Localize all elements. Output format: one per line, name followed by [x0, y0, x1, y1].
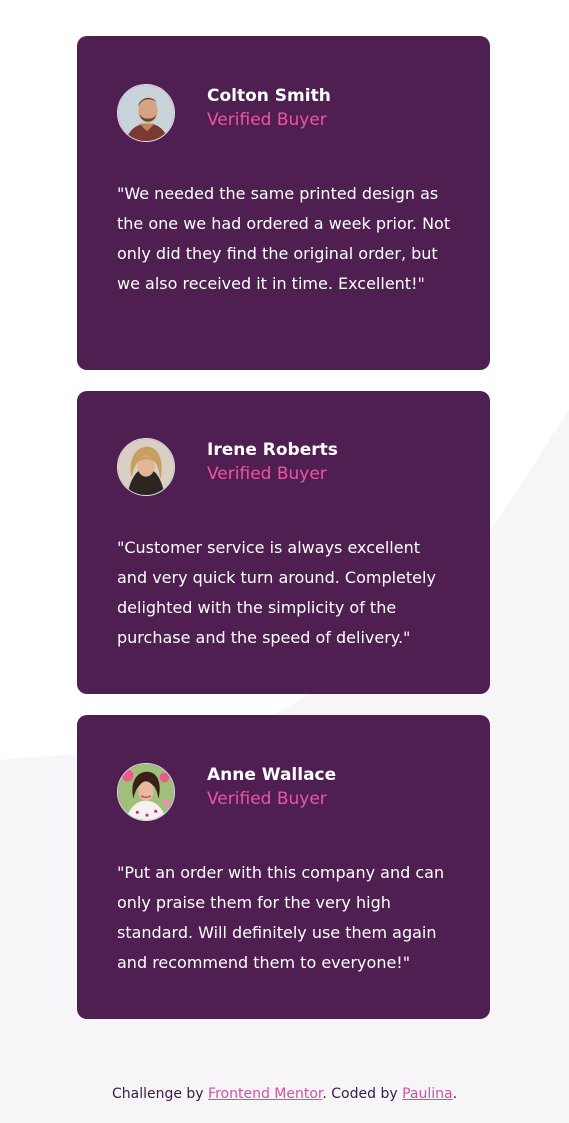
avatar — [117, 438, 175, 496]
verified-buyer-label: Verified Buyer — [207, 464, 327, 484]
testimonial-card: Irene Roberts Verified Buyer "Customer s… — [77, 391, 490, 694]
testimonial-quote: "Customer service is always excellent an… — [117, 538, 436, 647]
avatar — [117, 84, 175, 142]
attribution-footer: Challenge by Frontend Mentor. Coded by P… — [0, 1083, 569, 1105]
avatar — [117, 763, 175, 821]
author-link[interactable]: Paulina — [402, 1086, 453, 1102]
footer-suffix: . — [452, 1086, 458, 1102]
verified-buyer-label: Verified Buyer — [207, 110, 327, 130]
verified-buyer-label: Verified Buyer — [207, 789, 327, 809]
card-header: Irene Roberts Verified Buyer — [117, 437, 450, 497]
testimonial-quote: "Put an order with this company and can … — [117, 863, 445, 972]
reviewer-info: Irene Roberts Verified Buyer — [207, 438, 338, 486]
reviewer-name: Colton Smith — [207, 86, 331, 106]
card-header: Colton Smith Verified Buyer — [117, 83, 450, 143]
footer-middle: . Coded by — [322, 1086, 403, 1102]
reviewer-info: Anne Wallace Verified Buyer — [207, 763, 336, 811]
reviewer-info: Colton Smith Verified Buyer — [207, 84, 331, 132]
testimonials-list: Colton Smith Verified Buyer "We needed t… — [77, 36, 490, 1040]
testimonial-quote: "We needed the same printed design as th… — [117, 184, 451, 293]
card-header: Anne Wallace Verified Buyer — [117, 762, 450, 822]
dark-haired-woman-avatar-icon — [118, 764, 174, 820]
frontend-mentor-link[interactable]: Frontend Mentor — [208, 1086, 322, 1102]
reviewer-name: Anne Wallace — [207, 765, 337, 785]
man-with-beard-avatar-icon — [118, 85, 174, 141]
footer-prefix: Challenge by — [111, 1086, 209, 1102]
reviewer-name: Irene Roberts — [207, 440, 338, 460]
blonde-woman-avatar-icon — [118, 439, 174, 495]
testimonial-card: Colton Smith Verified Buyer "We needed t… — [77, 36, 490, 370]
testimonial-card: Anne Wallace Verified Buyer "Put an orde… — [77, 715, 490, 1019]
